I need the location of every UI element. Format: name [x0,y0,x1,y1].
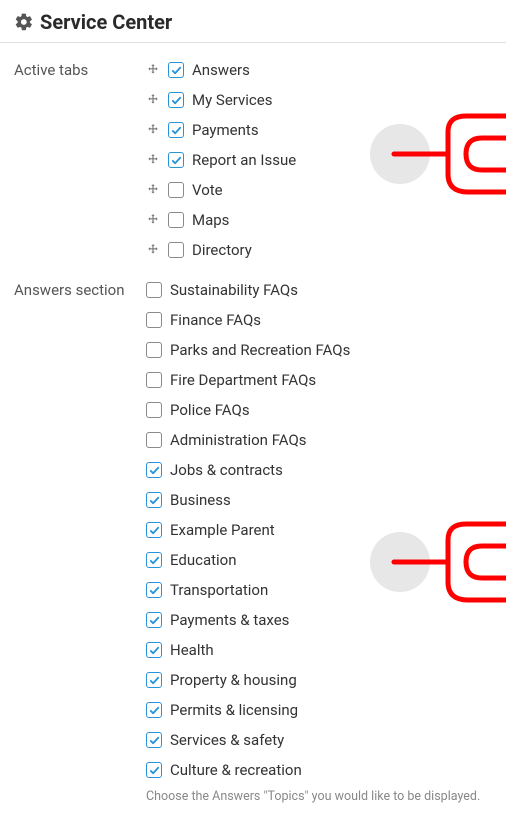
item-label: Business [170,491,231,509]
list-item: Administration FAQs [146,425,506,455]
checkbox[interactable] [146,492,162,508]
checkbox[interactable] [146,522,162,538]
item-label: Payments & taxes [170,611,289,629]
checkbox[interactable] [168,92,184,108]
drag-handle-icon[interactable] [146,213,160,227]
item-label: Parks and Recreation FAQs [170,341,350,359]
list-item: Health [146,635,506,665]
drag-handle-icon[interactable] [146,93,160,107]
list-item: Education [146,545,506,575]
list-item: Permits & licensing [146,695,506,725]
item-label: Example Parent [170,521,275,539]
item-label: Fire Department FAQs [170,371,316,389]
panel-header: Service Center [0,0,506,43]
list-item: Answers [146,55,506,85]
checkbox[interactable] [168,212,184,228]
item-label: Report an Issue [192,151,296,169]
checkbox[interactable] [146,372,162,388]
item-label: Vote [192,181,223,199]
checkbox[interactable] [168,122,184,138]
list-item: Parks and Recreation FAQs [146,335,506,365]
list-item: Payments [146,115,506,145]
item-label: Maps [192,211,229,229]
list-item: Transportation [146,575,506,605]
list-item: Finance FAQs [146,305,506,335]
checkbox[interactable] [146,552,162,568]
checkbox[interactable] [146,342,162,358]
checkbox[interactable] [146,702,162,718]
item-label: Health [170,641,214,659]
checkbox[interactable] [146,282,162,298]
item-label: Finance FAQs [170,311,261,329]
list-item: Services & safety [146,725,506,755]
item-label: Services & safety [170,731,284,749]
list-item: Culture & recreation [146,755,506,785]
checkbox[interactable] [168,62,184,78]
active-tabs-row: Active tabs Answers My Services Payments Re… [14,55,506,265]
item-label: Jobs & contracts [170,461,283,479]
gear-icon [14,12,34,32]
list-item: Report an Issue [146,145,506,175]
item-label: Transportation [170,581,268,599]
active-tabs-list: Answers My Services Payments Report an Issu… [146,55,506,265]
item-label: Payments [192,121,259,139]
item-label: Culture & recreation [170,761,302,779]
list-item: Business [146,485,506,515]
item-label: My Services [192,91,272,109]
list-item: Directory [146,235,506,265]
checkbox[interactable] [146,432,162,448]
item-label: Police FAQs [170,401,250,419]
list-item: Sustainability FAQs [146,275,506,305]
item-label: Answers [192,61,250,79]
list-item: Jobs & contracts [146,455,506,485]
checkbox[interactable] [146,582,162,598]
item-label: Education [170,551,237,569]
item-label: Property & housing [170,671,297,689]
checkbox[interactable] [146,762,162,778]
drag-handle-icon[interactable] [146,153,160,167]
checkbox[interactable] [168,182,184,198]
checkbox[interactable] [146,732,162,748]
list-item: Vote [146,175,506,205]
drag-handle-icon[interactable] [146,63,160,77]
checkbox[interactable] [146,312,162,328]
checkbox[interactable] [146,672,162,688]
drag-handle-icon[interactable] [146,183,160,197]
active-tabs-label: Active tabs [14,55,146,79]
list-item: Example Parent [146,515,506,545]
answers-section-label: Answers section [14,275,146,299]
answers-helper-text: Choose the Answers "Topics" you would li… [146,789,506,804]
checkbox[interactable] [168,242,184,258]
drag-handle-icon[interactable] [146,243,160,257]
checkbox[interactable] [146,462,162,478]
drag-handle-icon[interactable] [146,123,160,137]
item-label: Sustainability FAQs [170,281,298,299]
page-title: Service Center [40,10,172,34]
checkbox[interactable] [146,402,162,418]
list-item: Maps [146,205,506,235]
checkbox[interactable] [146,642,162,658]
item-label: Permits & licensing [170,701,298,719]
list-item: My Services [146,85,506,115]
checkbox[interactable] [168,152,184,168]
list-item: Property & housing [146,665,506,695]
answers-section-list: Sustainability FAQs Finance FAQs Parks and… [146,275,506,785]
item-label: Directory [192,241,252,259]
list-item: Police FAQs [146,395,506,425]
list-item: Fire Department FAQs [146,365,506,395]
item-label: Administration FAQs [170,431,307,449]
answers-section-row: Answers section Sustainability FAQs Finan… [14,275,506,804]
checkbox[interactable] [146,612,162,628]
list-item: Payments & taxes [146,605,506,635]
